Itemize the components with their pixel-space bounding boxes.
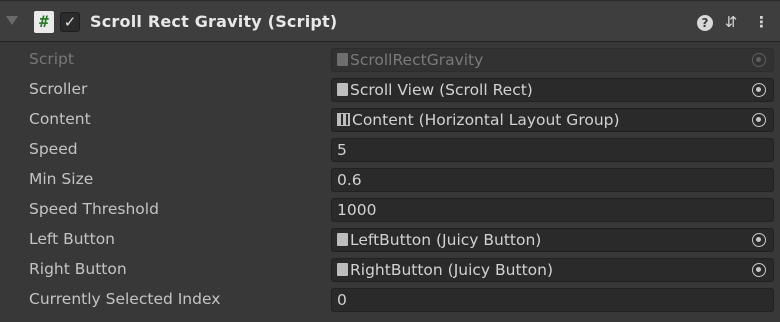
right-button-object-field[interactable]: RightButton (Juicy Button) — [331, 258, 774, 282]
field-label-selected-index[interactable]: Currently Selected Index — [29, 290, 220, 308]
script-object-field: ScrollRectGravity — [331, 48, 774, 72]
field-value-right-button: RightButton (Juicy Button) — [350, 261, 553, 279]
object-picker-icon[interactable] — [752, 83, 766, 97]
field-row-script: Script ScrollRectGravity — [0, 45, 780, 75]
selected-index-input[interactable]: 0 — [331, 288, 774, 312]
min-size-input[interactable]: 0.6 — [331, 168, 774, 192]
field-label-min-size[interactable]: Min Size — [29, 170, 93, 188]
presets-icon: ⇵ — [724, 13, 738, 31]
scroller-object-field[interactable]: Scroll View (Scroll Rect) — [331, 78, 774, 102]
field-label-right-button: Right Button — [29, 260, 127, 278]
object-picker-icon[interactable] — [752, 263, 766, 277]
field-value-scroller: Scroll View (Scroll Rect) — [350, 81, 533, 99]
field-label-speed[interactable]: Speed — [29, 140, 78, 158]
left-button-object-field[interactable]: LeftButton (Juicy Button) — [331, 228, 774, 252]
component-menu-button[interactable]: ⋮ — [754, 12, 769, 32]
speed-input[interactable]: 5 — [331, 138, 774, 162]
script-file-icon — [337, 263, 348, 276]
field-row-min-size: Min Size 0.6 — [0, 165, 780, 195]
field-label-script: Script — [29, 50, 74, 68]
component-title[interactable]: Scroll Rect Gravity (Script) — [90, 12, 337, 31]
field-row-speed: Speed 5 — [0, 135, 780, 165]
presets-button[interactable]: ⇵ — [720, 12, 742, 32]
field-row-right-button: Right Button RightButton (Juicy Button) — [0, 255, 780, 285]
help-icon: ? — [697, 15, 713, 31]
scroll-rect-icon — [337, 83, 348, 96]
field-label-left-button: Left Button — [29, 230, 116, 248]
horizontal-layout-icon — [337, 113, 350, 126]
field-value-left-button: LeftButton (Juicy Button) — [350, 231, 542, 249]
field-label-scroller: Scroller — [29, 80, 88, 98]
help-button[interactable]: ? — [696, 12, 714, 32]
script-file-icon — [337, 233, 348, 246]
script-component-icon: # — [34, 11, 54, 33]
component-header: # ✓ Scroll Rect Gravity (Script) ? ⇵ ⋮ — [0, 0, 780, 42]
field-label-content: Content — [29, 110, 91, 128]
object-picker-icon[interactable] — [752, 113, 766, 127]
object-picker-icon[interactable] — [752, 233, 766, 247]
field-value-script: ScrollRectGravity — [350, 51, 484, 69]
field-row-left-button: Left Button LeftButton (Juicy Button) — [0, 225, 780, 255]
field-label-speed-threshold[interactable]: Speed Threshold — [29, 200, 159, 218]
field-row-content: Content Content (Horizontal Layout Group… — [0, 105, 780, 135]
field-row-scroller: Scroller Scroll View (Scroll Rect) — [0, 75, 780, 105]
field-row-speed-threshold: Speed Threshold 1000 — [0, 195, 780, 225]
content-object-field[interactable]: Content (Horizontal Layout Group) — [331, 108, 774, 132]
script-file-icon — [337, 53, 348, 66]
foldout-arrow-icon[interactable] — [6, 16, 18, 25]
object-picker-icon — [752, 53, 766, 67]
field-row-selected-index: Currently Selected Index 0 — [0, 285, 780, 315]
field-value-content: Content (Horizontal Layout Group) — [352, 111, 620, 129]
speed-threshold-input[interactable]: 1000 — [331, 198, 774, 222]
component-enabled-checkbox[interactable]: ✓ — [60, 12, 80, 32]
kebab-menu-icon: ⋮ — [754, 13, 769, 31]
